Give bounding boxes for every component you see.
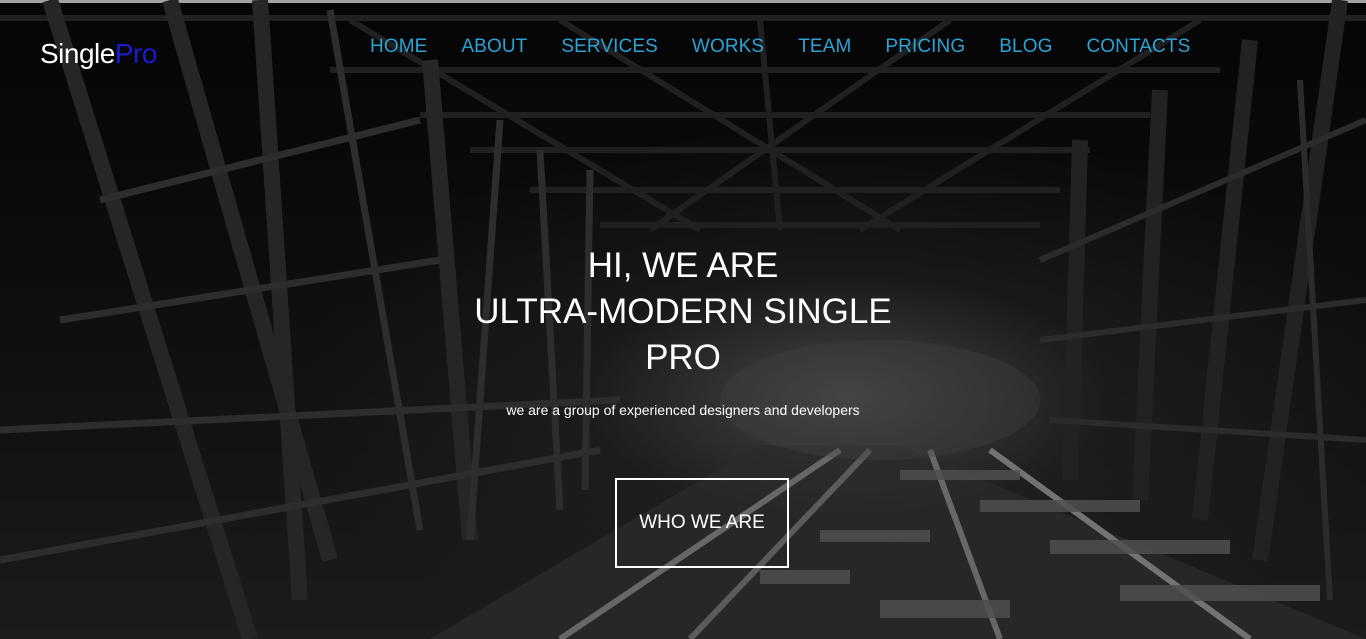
brand-name-accent: Pro xyxy=(114,38,158,69)
nav-item-works[interactable]: WORKS xyxy=(692,36,764,58)
nav-item-about[interactable]: ABOUT xyxy=(461,36,527,58)
nav-item-blog[interactable]: BLOG xyxy=(999,36,1052,58)
headline-line-3: PRO xyxy=(645,338,721,377)
brand-name-plain: Single xyxy=(40,38,115,69)
headline-line-2: ULTRA-MODERN SINGLE xyxy=(474,292,892,331)
nav-item-services[interactable]: SERVICES xyxy=(561,36,658,58)
hero-headline: HI, WE ARE ULTRA-MODERN SINGLE PRO xyxy=(383,243,983,381)
nav-item-home[interactable]: HOME xyxy=(370,36,427,58)
main-navigation: HOME ABOUT SERVICES WORKS TEAM PRICING B… xyxy=(370,36,1224,58)
nav-item-team[interactable]: TEAM xyxy=(798,36,851,58)
headline-line-1: HI, WE ARE xyxy=(587,246,779,285)
nav-item-pricing[interactable]: PRICING xyxy=(885,36,965,58)
hero-subtitle: we are a group of experienced designers … xyxy=(506,402,860,418)
who-we-are-button[interactable]: WHO WE ARE xyxy=(615,478,789,568)
nav-item-contacts[interactable]: CONTACTS xyxy=(1086,36,1190,58)
brand-logo[interactable]: SinglePro xyxy=(40,38,157,70)
hero-section: SinglePro HOME ABOUT SERVICES WORKS TEAM… xyxy=(0,0,1366,639)
